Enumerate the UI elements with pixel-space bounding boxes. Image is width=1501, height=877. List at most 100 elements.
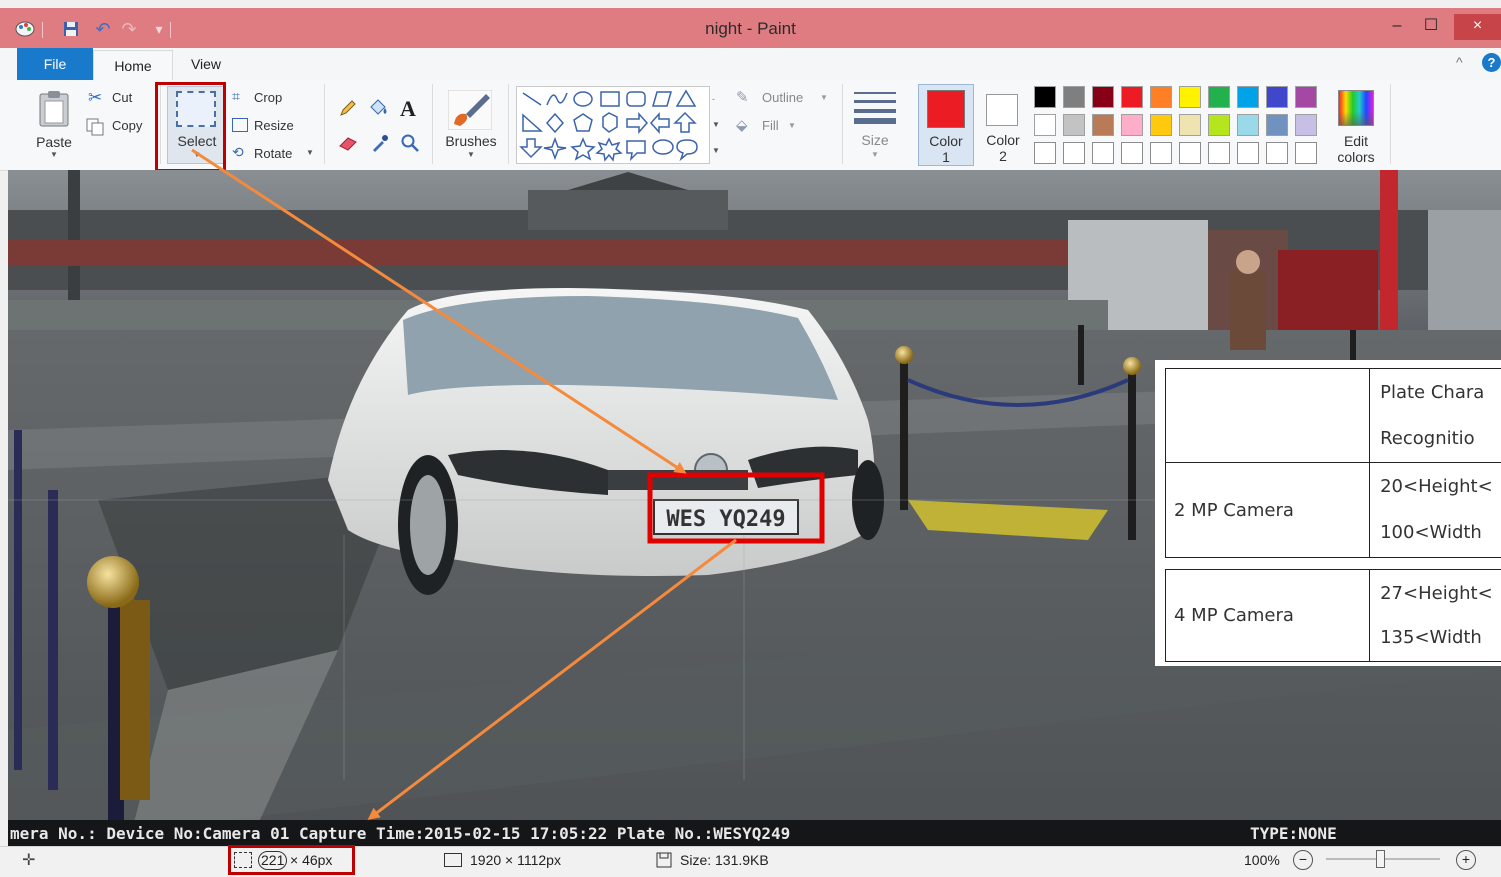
palette-color-swatch[interactable] bbox=[1295, 142, 1317, 164]
palette-color-swatch[interactable] bbox=[1237, 86, 1259, 108]
palette-color-swatch[interactable] bbox=[1034, 114, 1056, 136]
fill-bucket-icon[interactable] bbox=[368, 98, 390, 118]
tab-home[interactable]: Home bbox=[93, 50, 173, 82]
chevron-down-icon: ▼ bbox=[820, 93, 828, 102]
camera-cell: 4 MP Camera bbox=[1166, 570, 1370, 662]
palette-color-swatch[interactable] bbox=[1121, 86, 1143, 108]
eraser-icon[interactable] bbox=[338, 134, 360, 152]
redo-icon[interactable]: ↷ bbox=[120, 20, 138, 38]
collapse-ribbon-icon[interactable]: ^ bbox=[1456, 54, 1463, 70]
chevron-down-icon: ▼ bbox=[306, 148, 314, 157]
palette-color-swatch[interactable] bbox=[1237, 142, 1259, 164]
palette-color-swatch[interactable] bbox=[1150, 86, 1172, 108]
rotate-icon: ⟲ bbox=[232, 144, 244, 161]
edit-colors-button[interactable]: Edit colors bbox=[1332, 86, 1380, 166]
fill-button[interactable]: ⬙ Fill ▼ bbox=[736, 116, 806, 136]
palette-color-swatch[interactable] bbox=[1266, 142, 1288, 164]
palette-color-swatch[interactable] bbox=[1063, 142, 1085, 164]
outline-button[interactable]: ✎ Outline ▼ bbox=[736, 88, 832, 108]
palette-color-swatch[interactable] bbox=[1034, 86, 1056, 108]
close-button[interactable]: × bbox=[1454, 14, 1501, 40]
zoom-slider-thumb[interactable] bbox=[1376, 850, 1385, 868]
paste-label: Paste bbox=[30, 134, 78, 150]
palette-color-swatch[interactable] bbox=[1121, 142, 1143, 164]
zoom-out-button[interactable]: − bbox=[1293, 850, 1313, 870]
palette-color-swatch[interactable] bbox=[1208, 114, 1230, 136]
image-size-icon bbox=[444, 853, 462, 867]
palette-color-swatch[interactable] bbox=[1237, 114, 1259, 136]
divider bbox=[170, 22, 171, 38]
image-size: 1920 × 1112px bbox=[470, 852, 561, 868]
divider bbox=[324, 84, 325, 164]
palette-color-swatch[interactable] bbox=[1208, 86, 1230, 108]
copy-button[interactable]: Copy bbox=[86, 116, 152, 138]
resize-button[interactable]: Resize bbox=[232, 116, 312, 136]
paste-button[interactable]: Paste ▼ bbox=[30, 86, 78, 164]
table-row: 4 MP Camera 27<Height< 135<Width bbox=[1166, 570, 1501, 662]
color2-button[interactable]: Color 2 bbox=[976, 84, 1030, 166]
zoom-level: 100% bbox=[1244, 852, 1280, 868]
palette-color-swatch[interactable] bbox=[1266, 114, 1288, 136]
color1-number: 1 bbox=[919, 149, 973, 165]
shapes-expand-icon[interactable]: ▼ bbox=[712, 146, 720, 155]
tab-file[interactable]: File bbox=[17, 48, 93, 80]
shapes-scroll-down-icon[interactable]: ▼ bbox=[712, 120, 720, 129]
customize-quick-access-icon[interactable]: ▾ bbox=[150, 20, 168, 38]
capture-type-text: TYPE:NONE bbox=[1250, 824, 1337, 843]
clipboard-icon bbox=[38, 90, 70, 128]
palette-color-swatch[interactable] bbox=[1179, 114, 1201, 136]
palette-color-swatch[interactable] bbox=[1295, 114, 1317, 136]
save-icon[interactable] bbox=[62, 20, 80, 38]
text-tool-icon[interactable]: A bbox=[400, 96, 416, 122]
color-picker-icon[interactable] bbox=[370, 133, 390, 153]
palette-color-swatch[interactable] bbox=[1179, 142, 1201, 164]
crop-label: Crop bbox=[254, 90, 282, 105]
palette-color-swatch[interactable] bbox=[1092, 114, 1114, 136]
palette-color-swatch[interactable] bbox=[1150, 142, 1172, 164]
size-button[interactable]: Size ▼ bbox=[848, 86, 902, 164]
palette-color-swatch[interactable] bbox=[1295, 86, 1317, 108]
palette-color-swatch[interactable] bbox=[1092, 86, 1114, 108]
shapes-gallery[interactable] bbox=[516, 86, 710, 164]
select-highlight-box bbox=[155, 82, 226, 172]
magnifier-icon[interactable] bbox=[400, 133, 420, 153]
palette-color-swatch[interactable] bbox=[1121, 114, 1143, 136]
color-spectrum-icon bbox=[1338, 90, 1374, 126]
copy-icon bbox=[86, 118, 106, 136]
palette-color-swatch[interactable] bbox=[1063, 114, 1085, 136]
maximize-button[interactable]: ☐ bbox=[1418, 14, 1444, 40]
line-size-icon bbox=[854, 90, 896, 124]
divider bbox=[842, 84, 843, 164]
chevron-down-icon: ▼ bbox=[871, 150, 879, 159]
edit-colors-label-line2: colors bbox=[1332, 149, 1380, 165]
requirement-cell: 27<Height< 135<Width bbox=[1370, 570, 1501, 662]
rotate-button[interactable]: ⟲ Rotate ▼ bbox=[232, 144, 318, 164]
shapes-scroll-up-icon[interactable]: - bbox=[712, 94, 715, 104]
crop-button[interactable]: ⌗ Crop bbox=[232, 88, 302, 108]
help-icon[interactable]: ? bbox=[1482, 53, 1501, 72]
pencil-icon[interactable] bbox=[338, 98, 358, 118]
palette-color-swatch[interactable] bbox=[1034, 142, 1056, 164]
color1-button[interactable]: Color 1 bbox=[918, 84, 974, 166]
cut-button[interactable]: ✂ Cut bbox=[88, 88, 148, 110]
selection-height: × 46px bbox=[290, 852, 332, 868]
license-plate-text: WES YQ249 bbox=[666, 507, 785, 532]
zoom-in-button[interactable]: + bbox=[1456, 850, 1476, 870]
brushes-button[interactable]: Brushes ▼ bbox=[440, 86, 502, 164]
paint-app-icon[interactable] bbox=[14, 18, 36, 38]
palette-color-swatch[interactable] bbox=[1208, 142, 1230, 164]
tab-view[interactable]: View bbox=[176, 48, 236, 80]
copy-label: Copy bbox=[112, 118, 142, 133]
palette-color-swatch[interactable] bbox=[1150, 114, 1172, 136]
camera-cell: 2 MP Camera bbox=[1166, 463, 1370, 558]
scissors-icon: ✂ bbox=[88, 88, 102, 108]
palette-color-swatch[interactable] bbox=[1179, 86, 1201, 108]
undo-icon[interactable]: ↶ bbox=[94, 20, 112, 38]
palette-color-swatch[interactable] bbox=[1063, 86, 1085, 108]
header-line: Recognitio bbox=[1380, 416, 1501, 462]
divider bbox=[432, 84, 433, 164]
palette-color-swatch[interactable] bbox=[1092, 142, 1114, 164]
palette-color-swatch[interactable] bbox=[1266, 86, 1288, 108]
outline-pen-icon: ✎ bbox=[736, 88, 749, 106]
minimize-button[interactable]: – bbox=[1384, 14, 1410, 40]
